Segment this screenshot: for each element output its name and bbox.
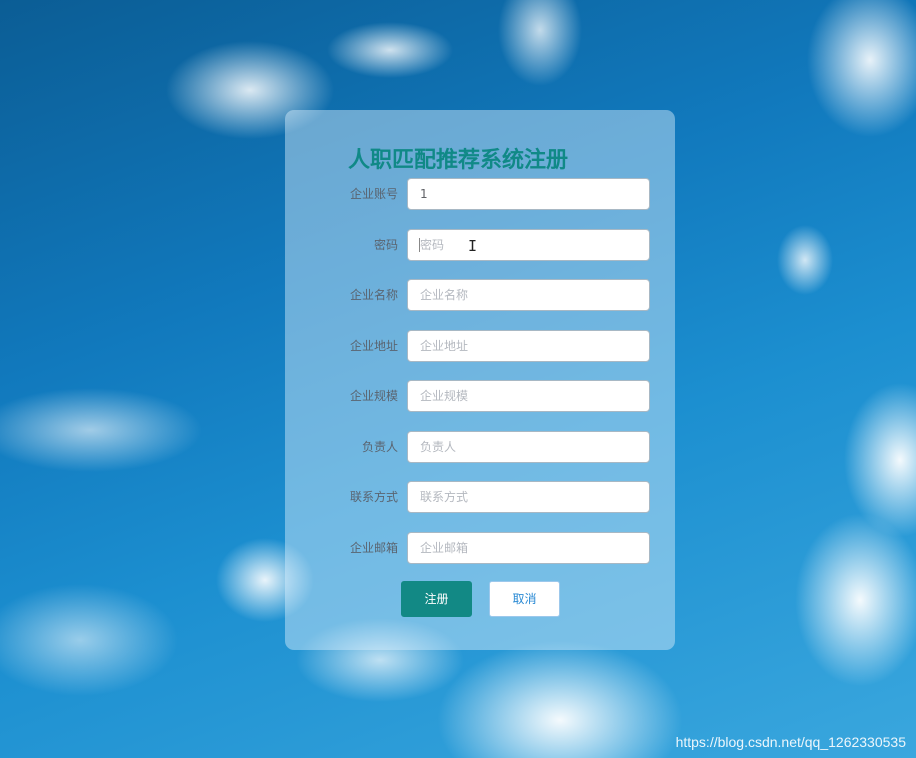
contact-info-input[interactable] <box>407 481 650 513</box>
register-button[interactable]: 注册 <box>401 581 472 617</box>
form-row-company-email: 企业邮箱 <box>285 532 675 564</box>
company-size-input[interactable] <box>407 380 650 412</box>
company-email-input[interactable] <box>407 532 650 564</box>
password-input[interactable] <box>407 229 650 261</box>
form-row-company-address: 企业地址 <box>285 330 675 362</box>
field-label-company-size: 企业规模 <box>349 389 398 403</box>
sky-background: 人职匹配推荐系统注册 企业账号 密码 I 企业名称 企业地址 企业规模 负责人 … <box>0 0 916 758</box>
form-row-contact-person: 负责人 <box>285 431 675 463</box>
contact-person-input[interactable] <box>407 431 650 463</box>
field-label-contact-info: 联系方式 <box>349 490 398 504</box>
form-row-password: 密码 I <box>285 229 675 261</box>
page-title: 人职匹配推荐系统注册 <box>347 148 568 173</box>
field-label-account: 企业账号 <box>349 187 398 201</box>
form-row-account: 企业账号 <box>285 178 675 210</box>
field-label-password: 密码 <box>373 238 398 252</box>
field-label-contact-person: 负责人 <box>361 440 398 454</box>
ibeam-cursor-icon: I <box>468 237 478 255</box>
field-label-company-email: 企业邮箱 <box>349 541 398 555</box>
field-label-company-address: 企业地址 <box>349 339 398 353</box>
cancel-button[interactable]: 取消 <box>489 581 560 617</box>
company-name-input[interactable] <box>407 279 650 311</box>
form-row-company-name: 企业名称 <box>285 279 675 311</box>
account-input[interactable] <box>407 178 650 210</box>
field-label-company-name: 企业名称 <box>349 288 398 302</box>
form-row-company-size: 企业规模 <box>285 380 675 412</box>
watermark-text: https://blog.csdn.net/qq_1262330535 <box>675 734 906 750</box>
text-caret <box>419 238 420 252</box>
company-address-input[interactable] <box>407 330 650 362</box>
form-row-contact-info: 联系方式 <box>285 481 675 513</box>
